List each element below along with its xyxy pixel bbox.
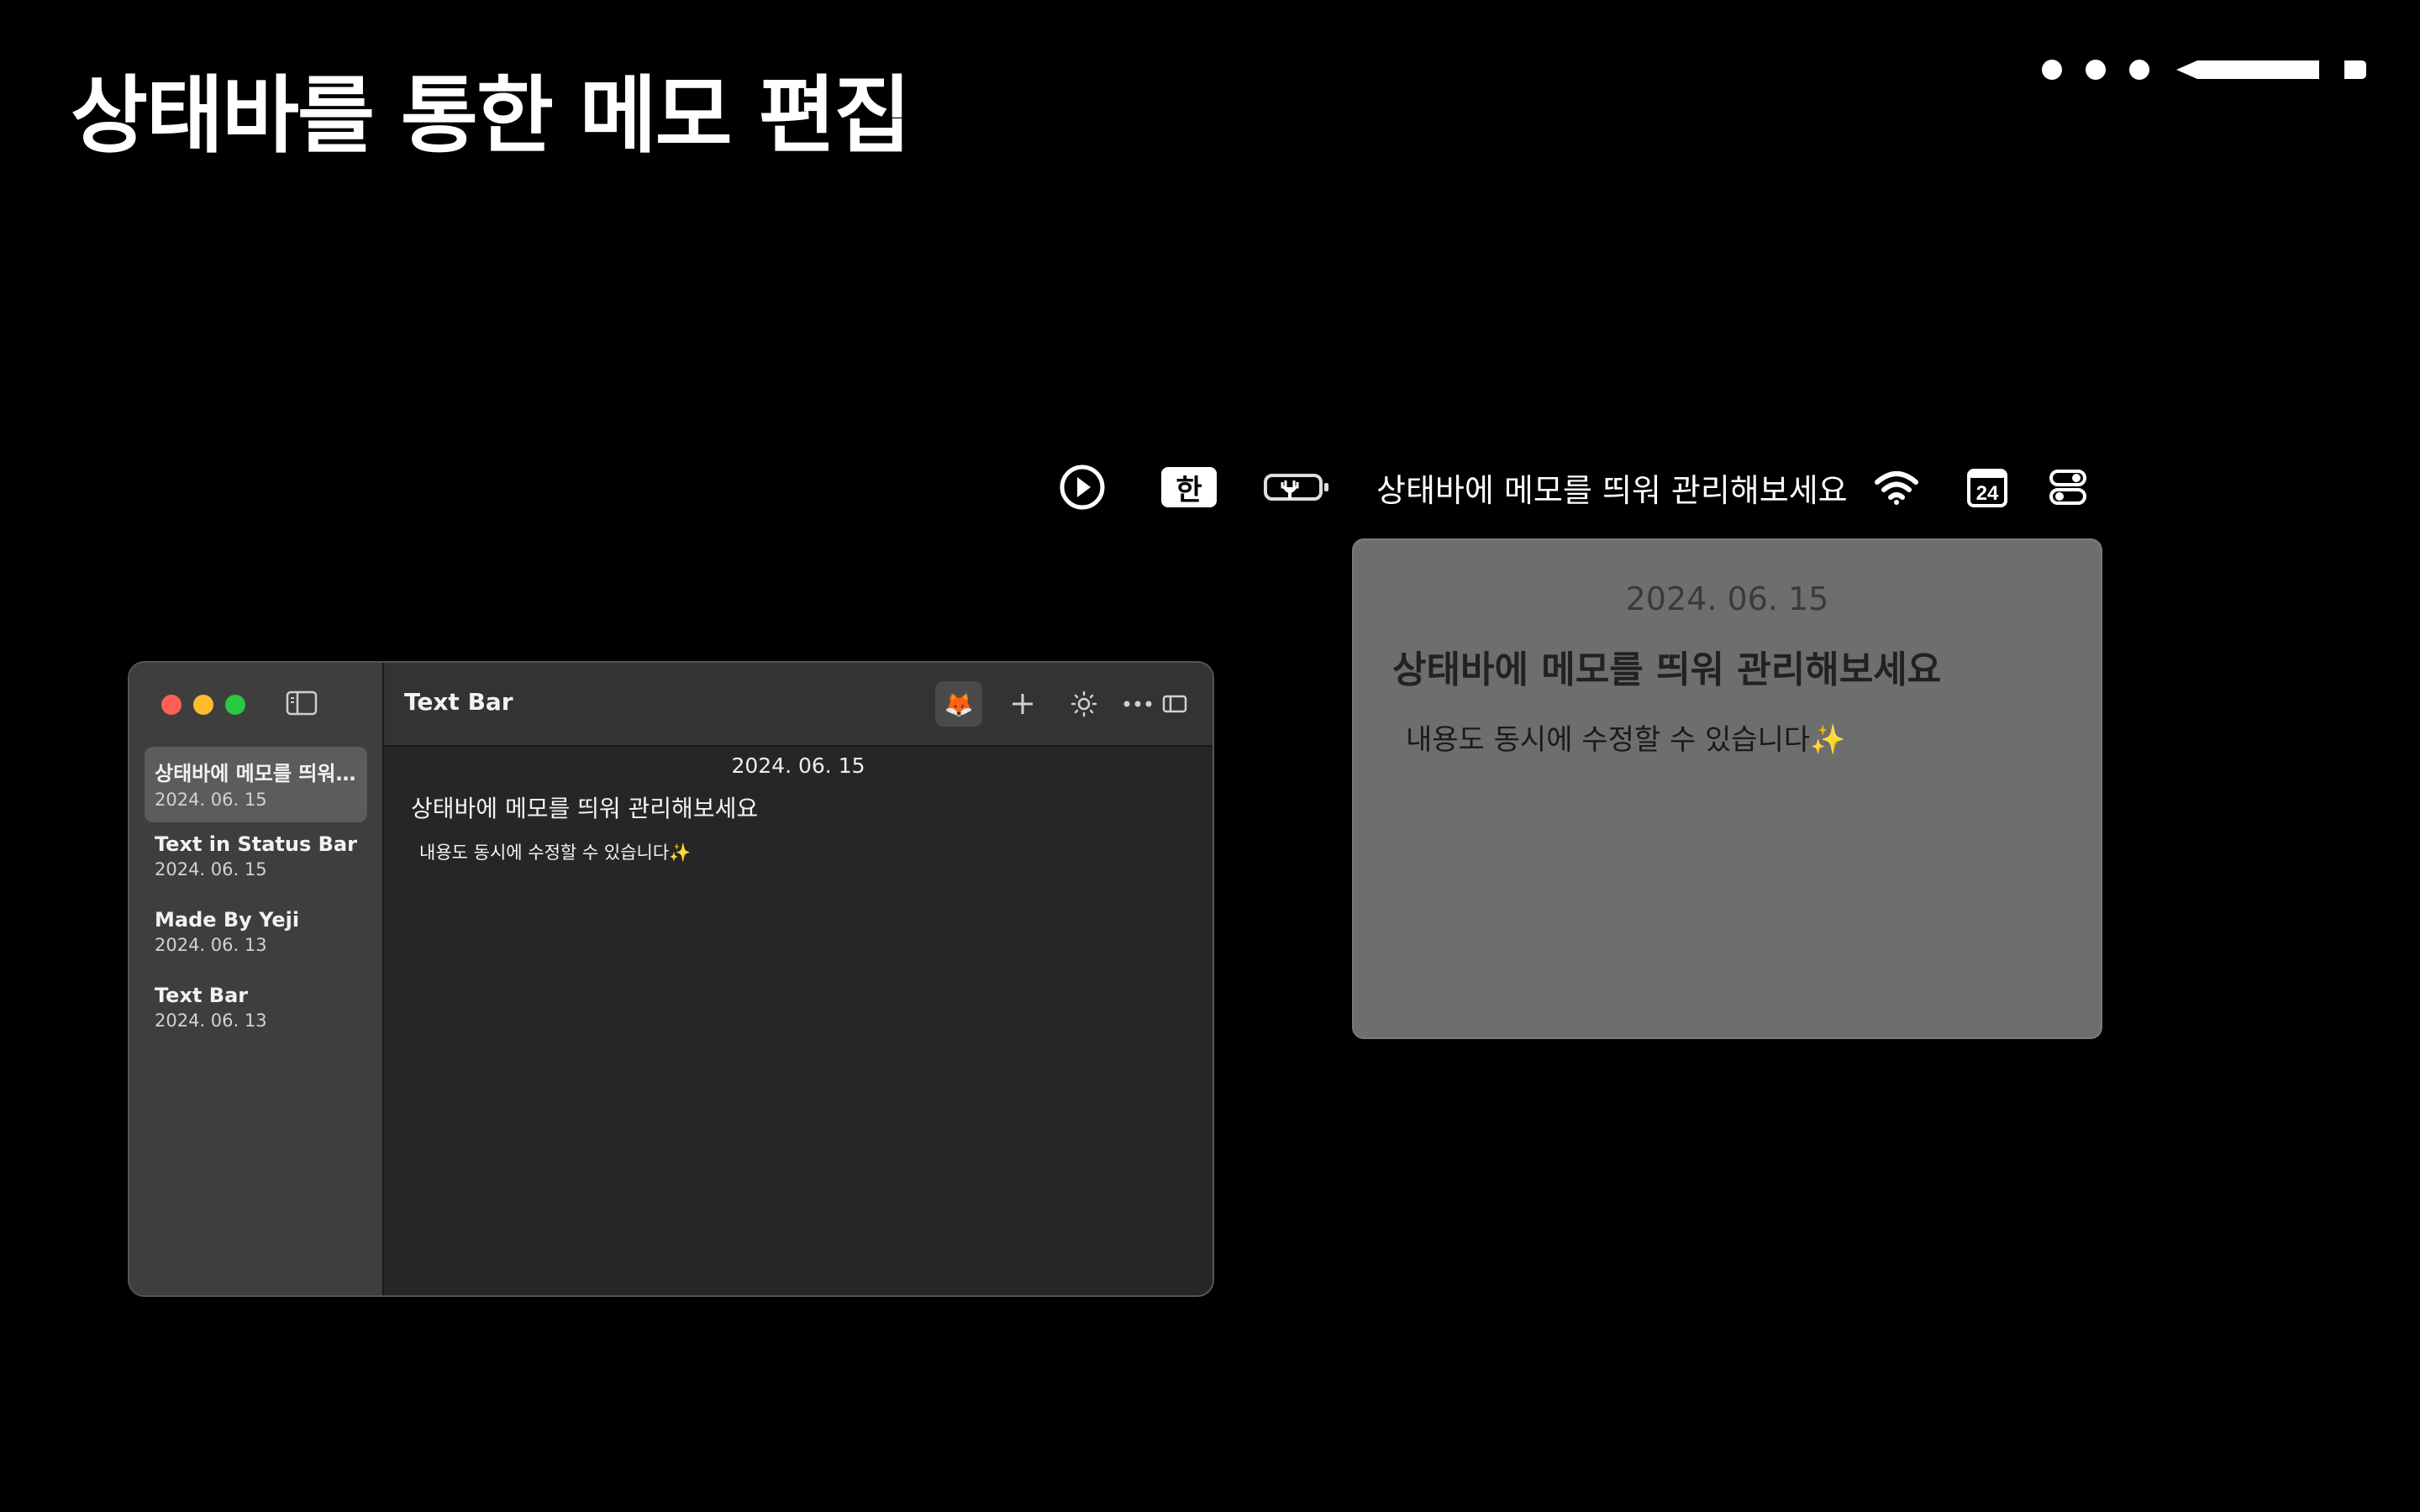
note-title: 상태바에 메모를 띄워... bbox=[155, 762, 357, 785]
status-bar-memo-text[interactable]: 상태바에 메모를 띄워 관리해보세요 bbox=[1376, 458, 1848, 517]
note-date: 2024. 06. 15 bbox=[155, 790, 267, 810]
menu-bar: 한 상태바에 메모를 띄워 관리해보세요 24 bbox=[1059, 458, 2101, 517]
app-window: 상태바에 메모를 띄워... 2024. 06. 15 Text in Stat… bbox=[128, 661, 1214, 1297]
more-options-button[interactable] bbox=[1117, 681, 1159, 727]
note-date: 2024. 06. 13 bbox=[155, 1011, 267, 1031]
plus-icon bbox=[1013, 694, 1033, 714]
sidebar-toggle-icon[interactable] bbox=[286, 690, 318, 717]
play-circle-icon[interactable] bbox=[1059, 458, 1118, 517]
ellipsis-icon bbox=[1123, 701, 1152, 707]
window-toolbar: Text Bar 🦊 bbox=[384, 663, 1213, 747]
editor-date: 2024. 06. 15 bbox=[731, 753, 865, 778]
wifi-icon[interactable] bbox=[1874, 458, 1924, 517]
note-title: Text Bar bbox=[155, 984, 249, 1007]
inspector-toggle-button[interactable] bbox=[1154, 681, 1196, 727]
zoom-button[interactable] bbox=[225, 695, 245, 715]
note-list-item[interactable]: Text in Status Bar 2024. 06. 15 bbox=[145, 822, 367, 898]
popover-title[interactable]: 상태바에 메모를 띄워 관리해보세요 bbox=[1392, 639, 1941, 693]
page-headline: 상태바를 통한 메모 편집 bbox=[71, 66, 911, 165]
calendar-day: 24 bbox=[1976, 482, 1999, 505]
note-list-item[interactable]: 상태바에 메모를 띄워... 2024. 06. 15 bbox=[145, 747, 367, 822]
ime-label: 한 bbox=[1161, 467, 1217, 507]
battery-charging-icon[interactable] bbox=[1264, 458, 1334, 517]
add-note-button[interactable] bbox=[1002, 681, 1044, 727]
popover-date: 2024. 06. 15 bbox=[1625, 580, 1829, 617]
calendar-icon[interactable]: 24 bbox=[1966, 458, 2008, 517]
note-list-item[interactable]: Text Bar 2024. 06. 13 bbox=[145, 974, 367, 1049]
note-title: Made By Yeji bbox=[155, 908, 300, 932]
appearance-button[interactable] bbox=[1063, 681, 1105, 727]
note-date: 2024. 06. 13 bbox=[155, 935, 267, 955]
fox-emoji-button[interactable]: 🦊 bbox=[935, 681, 982, 727]
popover-body[interactable]: 내용도 동시에 수정할 수 있습니다✨ bbox=[1406, 717, 1845, 758]
close-button[interactable] bbox=[161, 695, 182, 715]
sidebar: 상태바에 메모를 띄워... 2024. 06. 15 Text in Stat… bbox=[129, 663, 384, 1295]
fox-emoji-icon: 🦊 bbox=[944, 690, 974, 718]
note-date: 2024. 06. 15 bbox=[155, 859, 267, 879]
note-list: 상태바에 메모를 띄워... 2024. 06. 15 Text in Stat… bbox=[145, 747, 367, 1049]
note-list-item[interactable]: Made By Yeji 2024. 06. 13 bbox=[145, 898, 367, 974]
editor-body-field[interactable]: 내용도 동시에 수정할 수 있습니다✨ bbox=[419, 839, 691, 864]
sun-icon bbox=[1071, 690, 1097, 717]
input-method-indicator[interactable]: 한 bbox=[1161, 458, 1217, 517]
sidebar-right-icon bbox=[1162, 695, 1187, 713]
control-center-icon[interactable] bbox=[2049, 458, 2091, 517]
status-bar-memo-popover[interactable]: 2024. 06. 15 상태바에 메모를 띄워 관리해보세요 내용도 동시에 … bbox=[1352, 538, 2102, 1039]
window-title: Text Bar bbox=[404, 688, 513, 716]
pencil-deco-icon bbox=[2042, 60, 2366, 80]
minimize-button[interactable] bbox=[193, 695, 213, 715]
note-title: Text in Status Bar bbox=[155, 832, 357, 856]
editor-title-field[interactable]: 상태바에 메모를 띄워 관리해보세요 bbox=[411, 790, 758, 824]
editor-pane: Text Bar 🦊 2024. 06. 15 상태바에 메모를 띄워 관리해보… bbox=[384, 663, 1213, 1295]
